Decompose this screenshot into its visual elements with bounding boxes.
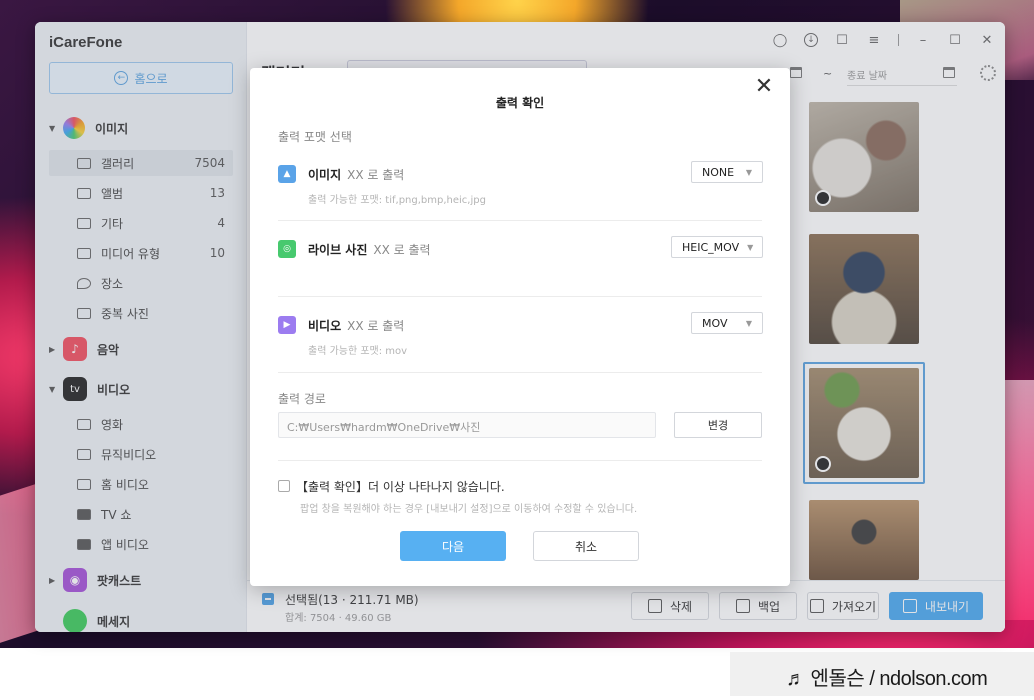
format-type-name: 비디오 [308, 319, 342, 333]
format-type-name: 이미지 [308, 168, 342, 182]
video-play-icon: ▶ [278, 316, 296, 334]
format-row-title: 라이브 사진 XX 로 출력 [308, 241, 431, 258]
video-format-select[interactable]: MOV ▼ [691, 312, 763, 334]
format-row-video: ▶ 비디오 XX 로 출력 출력 가능한 포맷: mov MOV ▼ [278, 312, 763, 357]
change-path-button[interactable]: 변경 [674, 412, 762, 438]
live-photo-format-select[interactable]: HEIC_MOV ▼ [671, 236, 763, 258]
dont-show-again-hint: 팝업 창을 복원해야 하는 경우 [내보내기 설정]으로 이동하여 수정할 수 … [300, 504, 638, 515]
divider [278, 372, 762, 373]
selected-format: MOV [702, 316, 728, 330]
chevron-down-icon: ▼ [745, 318, 752, 328]
format-hint: 출력 가능한 포맷: tif,png,bmp,heic,jpg [308, 195, 486, 206]
divider [278, 460, 762, 461]
cancel-button[interactable]: 취소 [533, 531, 639, 561]
watermark: ♬ 엔돌슨 / ndolson.com [786, 668, 988, 690]
format-row-title: 이미지 XX 로 출력 [308, 166, 404, 183]
live-photo-icon: ◎ [278, 240, 296, 258]
close-icon[interactable]: ✕ [752, 74, 776, 99]
selected-format: NONE [702, 165, 735, 179]
format-output-text: XX 로 출력 [373, 243, 431, 257]
dont-show-again-label: 【출력 확인】더 이상 나타나지 않습니다. [296, 480, 505, 494]
next-button[interactable]: 다음 [400, 531, 506, 561]
format-hint: 출력 가능한 포맷: mov [308, 346, 408, 357]
export-confirm-dialog: 출력 확인 ✕ 출력 포맷 선택 ▲ 이미지 XX 로 출력 출력 가능한 포맷:… [250, 68, 790, 586]
output-path-field[interactable]: C:₩Users₩hardm₩OneDrive₩사진 [278, 412, 656, 438]
image-format-select[interactable]: NONE ▼ [691, 161, 763, 183]
divider [278, 220, 762, 221]
format-section-label: 출력 포맷 선택 [278, 130, 352, 144]
dont-show-again-checkbox[interactable] [278, 480, 290, 492]
path-section-label: 출력 경로 [278, 392, 326, 406]
chevron-down-icon: ▼ [747, 242, 754, 252]
divider [278, 296, 762, 297]
format-output-text: XX 로 출력 [347, 319, 405, 333]
format-row-title: 비디오 XX 로 출력 [308, 317, 404, 334]
chevron-down-icon: ▼ [745, 167, 752, 177]
format-type-name: 라이브 사진 [308, 243, 368, 257]
format-row-live-photo: ◎ 라이브 사진 XX 로 출력 HEIC_MOV ▼ [278, 236, 763, 280]
format-row-image: ▲ 이미지 XX 로 출력 출력 가능한 포맷: tif,png,bmp,heic… [278, 161, 763, 206]
dialog-title: 출력 확인 [495, 96, 545, 110]
selected-format: HEIC_MOV [682, 240, 740, 254]
format-output-text: XX 로 출력 [347, 168, 405, 182]
image-icon: ▲ [278, 165, 296, 183]
